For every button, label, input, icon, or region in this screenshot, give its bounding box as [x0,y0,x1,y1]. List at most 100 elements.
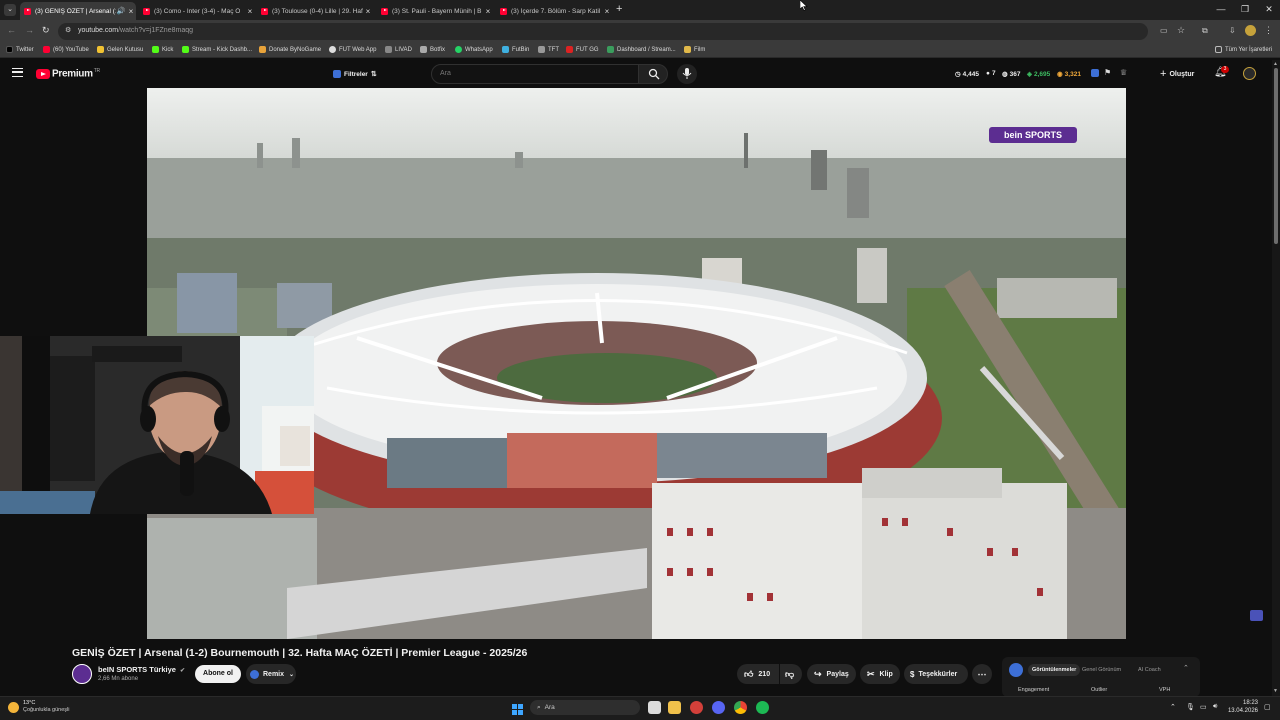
back-icon[interactable]: ← [7,25,16,35]
tab-list-button[interactable]: ⌄ [4,4,16,16]
site-info-icon[interactable]: ⚙ [65,26,71,34]
channel-avatar[interactable] [72,664,92,684]
forward-icon[interactable]: → [25,25,34,35]
scroll-down-icon[interactable]: ▼ [1273,688,1278,694]
channel-name[interactable]: beIN SPORTS Türkiye ✔ [98,665,185,674]
reload-icon[interactable]: ↻ [42,25,50,36]
volume-icon[interactable]: 🔊︎ [1213,703,1217,711]
bookmark-fut-gg[interactable]: FUT GG [566,46,599,53]
task-view-icon[interactable] [648,701,661,714]
discord-icon[interactable] [712,701,725,714]
bookmark-film[interactable]: Film [684,46,705,53]
bookmark-twitter[interactable]: Twitter [6,46,34,53]
more-actions-button[interactable]: ⋯ [972,664,992,684]
mail-icon [97,46,104,53]
trophy-icon[interactable]: ⚑ [1104,68,1111,77]
search-input[interactable]: Ara [431,64,639,84]
browser-tab-1[interactable]: (3) GENİŞ ÖZET | Arsenal (1 🔊 × [20,2,136,20]
share-button[interactable]: ↪ Paylaş [807,664,856,684]
thanks-button[interactable]: $ Teşekkürler [904,664,968,684]
bookmark-dashboard[interactable]: Dashboard / Stream... [607,46,676,53]
network-icon[interactable]: ▭ [1200,703,1207,711]
chrome-icon[interactable] [734,701,747,714]
spotify-icon[interactable] [756,701,769,714]
bookmark-tft[interactable]: TFT [538,46,559,53]
donate-icon [259,46,266,53]
channel-name-text: beIN SPORTS Türkiye [98,665,176,674]
browser-tab-4[interactable]: (3) St. Pauli - Bayern Münih | B × [377,2,493,20]
bookmark-label: Dashboard / Stream... [617,46,676,53]
browser-tab-3[interactable]: (3) Toulouse (0-4) Lille | 29. Haf × [257,2,373,20]
bookmark-star-icon[interactable]: ☆ [1177,25,1185,36]
tab-close-icon[interactable]: × [245,7,255,16]
create-button[interactable]: + Oluştur [1156,66,1198,82]
bookmark-livad[interactable]: LIVAD [385,46,412,53]
bookmark-all[interactable]: Tüm Yer İşaretleri [1215,46,1272,53]
panel-tab-overview[interactable]: Genel Görünüm [1082,664,1121,676]
restore-icon[interactable]: ❐ [1238,4,1252,15]
create-label: Oluştur [1169,70,1195,78]
award-icon[interactable]: ♕ [1120,68,1127,77]
youtube-premium-wordmark[interactable]: PremiumTR [52,68,100,79]
dashboard-icon [607,46,614,53]
taskbar-search[interactable]: ⌕ Ara [530,700,640,715]
bookmark-kick[interactable]: Kick [152,46,173,53]
voice-search-button[interactable] [677,64,697,84]
speaker-icon[interactable]: 🔊 [116,7,126,15]
search-icon [648,68,660,80]
account-avatar[interactable] [1243,67,1256,80]
minimize-icon[interactable]: — [1214,4,1228,14]
download-icon[interactable]: ⇩ [1229,26,1236,35]
clip-button[interactable]: ✂ Klip [860,664,900,684]
subscriber-count: 2,66 Mn abone [98,676,139,682]
tab-close-icon[interactable]: × [483,7,493,16]
tab-close-icon[interactable]: × [363,7,373,16]
floating-extension-icon[interactable] [1250,610,1263,621]
file-explorer-icon[interactable] [668,701,681,714]
panel-collapse-icon[interactable]: ⌃ [1183,664,1189,672]
bookmark-futbin[interactable]: FutBin [502,46,529,53]
remix-button[interactable]: Remix ⌄ [246,664,296,684]
app-icon-red[interactable] [690,701,703,714]
youtube-logo-icon[interactable] [36,69,50,79]
bookmark-donate[interactable]: Donate ByNoGame [259,46,321,53]
panel-tab-views[interactable]: Görüntülenmeler [1028,664,1081,676]
hamburger-menu-icon[interactable] [12,68,23,77]
subscribe-button[interactable]: Abone ol [195,665,241,683]
browser-tab-2[interactable]: (3) Como - Inter (3-4) - Maç Ö × [139,2,255,20]
bookmark-gelen-kutusu[interactable]: Gelen Kutusu [97,46,143,53]
browser-tab-5[interactable]: (3) İçerde 7. Bölüm - Sarp Katil × [496,2,612,20]
cast-icon[interactable]: ▭ [1160,26,1168,35]
close-window-icon[interactable]: ✕ [1262,4,1276,15]
new-tab-icon[interactable]: + [616,3,622,15]
clock-date[interactable]: 13.04.2026 [1226,708,1258,714]
bookmark-youtube[interactable]: (60) YouTube [43,46,89,53]
bookmark-stream-kick[interactable]: Stream - Kick Dashb... [182,46,252,53]
like-button[interactable]: 👍︎ 210 [737,664,779,684]
tray-overflow-icon[interactable]: ⌃ [1170,703,1176,711]
dislike-button[interactable]: 👎︎ [780,664,802,684]
scrollbar-thumb[interactable] [1274,68,1278,244]
bookmark-botfix[interactable]: Botfix [420,46,445,53]
address-bar[interactable] [58,23,1148,40]
notification-center-icon[interactable]: ▢ [1264,703,1271,711]
start-button[interactable] [512,702,523,715]
browser-menu-icon[interactable]: ⋮ [1264,25,1273,36]
profile-avatar[interactable] [1245,25,1256,36]
tab-close-icon[interactable]: × [126,7,136,16]
clock-time[interactable]: 18:23 [1232,700,1258,706]
bookmark-fut-web-app[interactable]: FUT Web App [329,46,376,53]
mic-tray-icon[interactable]: 🎙︎ [1186,703,1195,711]
windows-logo-icon [512,704,523,715]
bookmark-whatsapp[interactable]: WhatsApp [455,46,493,53]
extensions-icon[interactable]: ⧉ [1202,26,1208,36]
filter-button[interactable]: Filtreler ⇅ [333,66,388,82]
search-icon: ⌕ [537,703,541,711]
bookmark-label: FUT Web App [339,46,377,53]
scroll-up-icon[interactable]: ▲ [1273,61,1278,67]
vidiq-icon[interactable] [1091,69,1099,77]
weather-widget[interactable]: 13°C Çoğunlukla güneşli [8,700,69,714]
search-button[interactable] [638,64,668,84]
tab-close-icon[interactable]: × [602,7,612,16]
panel-tab-ai-coach[interactable]: AI Coach [1138,664,1161,676]
